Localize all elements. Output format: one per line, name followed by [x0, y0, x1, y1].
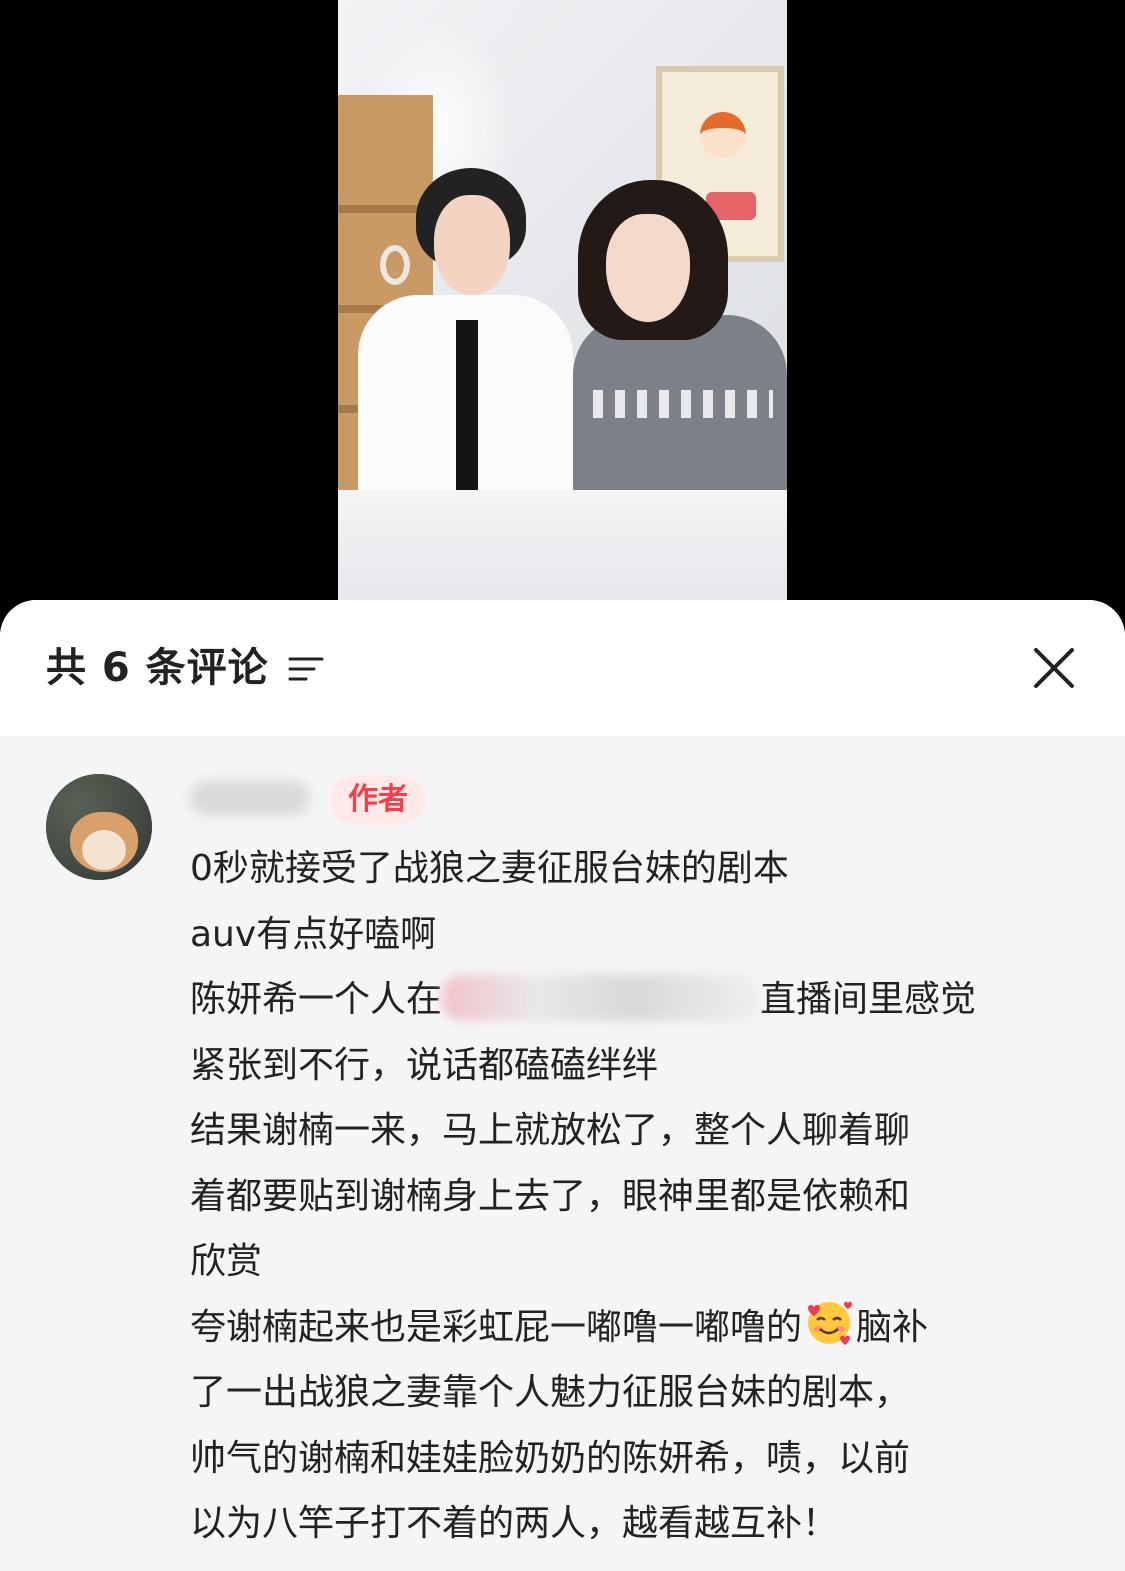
comment-line-segment: 直播间里感觉: [760, 979, 977, 1020]
close-icon[interactable]: [1030, 644, 1078, 692]
comment-line: 结果谢楠一来，马上就放松了，整个人聊着聊: [190, 1110, 911, 1151]
painting-face: [700, 112, 746, 158]
comment-panel-header: 共 6 条评论: [0, 600, 1125, 736]
comment-line: auv有点好嗑啊: [190, 913, 437, 955]
person-left-tie: [456, 320, 478, 490]
video-player[interactable]: [0, 0, 1125, 600]
comment-line: 了一出战狼之妻靠个人魅力征服台妹的剧本，: [190, 1372, 911, 1413]
shelf-sculpture: [380, 245, 410, 285]
comment-line-segment: 陈妍希一个人在: [190, 979, 443, 1020]
comment-item: 作者 0秒就接受了战狼之妻征服台妹的剧本 auv有点好嗑啊 陈妍希一个人在 直播间…: [0, 736, 1125, 1571]
comment-line: 紧张到不行，说话都磕磕绊绊: [190, 1044, 659, 1086]
dog-avatar-icon[interactable]: [46, 774, 152, 880]
avatar-dog-face: [82, 830, 126, 870]
video-table: [338, 490, 787, 600]
comment-line: 0秒就接受了战狼之妻征服台妹的剧本: [190, 848, 789, 889]
comment-line-segment: 脑补: [856, 1306, 929, 1348]
comment-text: 0秒就接受了战狼之妻征服台妹的剧本 auv有点好嗑啊 陈妍希一个人在 直播间里感觉…: [190, 836, 1080, 1557]
comment-line: 帅气的谢楠和娃娃脸奶奶的陈妍希，啧，以前: [190, 1437, 911, 1479]
video-frame[interactable]: [338, 0, 787, 600]
sort-icon[interactable]: [288, 654, 324, 684]
redacted-text: [442, 975, 761, 1021]
comment-line: 着都要贴到谢楠身上去了，眼神里都是依赖和: [190, 1175, 911, 1217]
author-badge: 作者: [330, 776, 426, 824]
comment-line: 陈妍希一个人在 直播间里感觉: [190, 967, 1080, 1033]
comment-panel: 共 6 条评论 作者 0秒就接受了战狼之妻征服台妹的剧本 auv有点好嗑啊 陈妍…: [0, 600, 1125, 1571]
person-left-face: [434, 195, 510, 295]
username-redacted[interactable]: [190, 781, 310, 815]
comment-line: 欣赏: [190, 1241, 263, 1282]
comment-count-title: 共 6 条评论: [46, 645, 269, 691]
smiling-face-with-hearts-icon: [808, 1301, 853, 1345]
comment-line: 以为八竿子打不着的两人，越看越互补！: [190, 1503, 839, 1544]
person-right-sweater-pattern: [593, 390, 773, 418]
comment-line: 夸谢楠起来也是彩虹屁一嘟噜一嘟噜的 脑补: [190, 1295, 1080, 1361]
person-right-face: [606, 214, 690, 322]
comment-line-segment: 夸谢楠起来也是彩虹屁一嘟噜一嘟噜的: [190, 1306, 803, 1348]
